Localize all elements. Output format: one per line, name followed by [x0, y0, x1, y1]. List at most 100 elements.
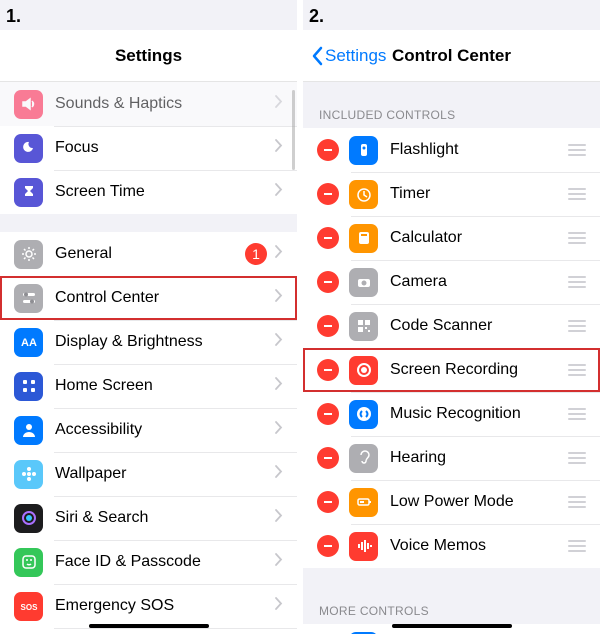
control-row-calculator[interactable]: Calculator [303, 216, 600, 260]
control-row-low-power-mode[interactable]: Low Power Mode [303, 480, 600, 524]
settings-row-exposure-notifications[interactable]: Exposure Notifications [0, 628, 297, 634]
settings-row-accessibility[interactable]: Accessibility [0, 408, 297, 452]
control-row-flashlight[interactable]: Flashlight [303, 128, 600, 172]
settings-row-home-screen[interactable]: Home Screen [0, 364, 297, 408]
drag-handle-icon[interactable] [568, 232, 586, 244]
row-label: Accessibility [55, 421, 275, 439]
chevron-right-icon [275, 139, 283, 157]
record-icon [349, 356, 378, 385]
chevron-right-icon [275, 597, 283, 615]
row-label: Display & Brightness [55, 333, 275, 351]
control-row-code-scanner[interactable]: Code Scanner [303, 304, 600, 348]
remove-button[interactable] [317, 535, 339, 557]
ear-icon [349, 444, 378, 473]
drag-handle-icon[interactable] [568, 144, 586, 156]
row-label: Home Screen [55, 377, 275, 395]
row-label: Emergency SOS [55, 597, 275, 615]
settings-group-2: General 1 Control Center AA Display & Br… [0, 232, 297, 634]
speaker-icon [14, 90, 43, 119]
remove-button[interactable] [317, 271, 339, 293]
settings-row-screen-time[interactable]: Screen Time [0, 170, 297, 214]
remove-button[interactable] [317, 315, 339, 337]
header: Settings Control Center [303, 30, 600, 82]
settings-row-focus[interactable]: Focus [0, 126, 297, 170]
hourglass-icon [14, 178, 43, 207]
row-label: Low Power Mode [390, 493, 568, 511]
chevron-right-icon [275, 245, 283, 263]
grid-icon [14, 372, 43, 401]
control-row-music-recognition[interactable]: Music Recognition [303, 392, 600, 436]
row-label: Wallpaper [55, 465, 275, 483]
moon-icon [14, 134, 43, 163]
chevron-right-icon [275, 377, 283, 395]
row-label: Sounds & Haptics [55, 95, 275, 113]
drag-handle-icon[interactable] [568, 496, 586, 508]
control-center-panel: 2. Settings Control Center INCLUDED CONT… [297, 0, 600, 634]
drag-handle-icon[interactable] [568, 364, 586, 376]
step-label-1: 1. [6, 6, 21, 27]
settings-row-display-brightness[interactable]: AA Display & Brightness [0, 320, 297, 364]
row-label: Focus [55, 139, 275, 157]
settings-row-general[interactable]: General 1 [0, 232, 297, 276]
settings-row-siri-search[interactable]: Siri & Search [0, 496, 297, 540]
svg-text:AA: AA [21, 337, 37, 349]
flower-icon [14, 460, 43, 489]
row-label: Camera [390, 273, 568, 291]
drag-handle-icon[interactable] [568, 188, 586, 200]
row-label: Music Recognition [390, 405, 568, 423]
row-label: Face ID & Passcode [55, 553, 275, 571]
home-indicator[interactable] [392, 624, 512, 628]
section-header-included: INCLUDED CONTROLS [303, 100, 600, 128]
row-label: Calculator [390, 229, 568, 247]
row-label: Hearing [390, 449, 568, 467]
chevron-right-icon [275, 465, 283, 483]
row-label: Flashlight [390, 141, 568, 159]
row-label: Timer [390, 185, 568, 203]
siri-icon [14, 504, 43, 533]
drag-handle-icon[interactable] [568, 320, 586, 332]
remove-button[interactable] [317, 491, 339, 513]
row-label: Code Scanner [390, 317, 568, 335]
remove-button[interactable] [317, 403, 339, 425]
control-row-voice-memos[interactable]: Voice Memos [303, 524, 600, 568]
drag-handle-icon[interactable] [568, 540, 586, 552]
control-row-camera[interactable]: Camera [303, 260, 600, 304]
calculator-icon [349, 224, 378, 253]
svg-text:SOS: SOS [20, 603, 37, 612]
remove-button[interactable] [317, 447, 339, 469]
voice-icon [349, 532, 378, 561]
sos-icon: SOS [14, 592, 43, 621]
page-title: Settings [115, 46, 182, 66]
timer-icon [349, 180, 378, 209]
scrollbar[interactable] [292, 90, 295, 170]
chevron-right-icon [275, 333, 283, 351]
settings-panel: 1. Settings Sounds & Haptics Focus Scree… [0, 0, 297, 634]
remove-button[interactable] [317, 183, 339, 205]
drag-handle-icon[interactable] [568, 408, 586, 420]
drag-handle-icon[interactable] [568, 276, 586, 288]
chevron-right-icon [275, 553, 283, 571]
control-row-hearing[interactable]: Hearing [303, 436, 600, 480]
home-indicator[interactable] [89, 624, 209, 628]
settings-row-face-id-passcode[interactable]: Face ID & Passcode [0, 540, 297, 584]
flashlight-icon [349, 136, 378, 165]
chevron-left-icon [311, 46, 323, 66]
control-row-timer[interactable]: Timer [303, 172, 600, 216]
page-title: Control Center [392, 46, 511, 66]
row-label: Screen Recording [390, 361, 568, 379]
person-icon [14, 416, 43, 445]
back-button[interactable]: Settings [311, 46, 386, 66]
settings-row-emergency-sos[interactable]: SOS Emergency SOS [0, 584, 297, 628]
chevron-right-icon [275, 183, 283, 201]
settings-row-sounds-haptics[interactable]: Sounds & Haptics [0, 82, 297, 126]
drag-handle-icon[interactable] [568, 452, 586, 464]
faceid-icon [14, 548, 43, 577]
remove-button[interactable] [317, 139, 339, 161]
settings-row-control-center[interactable]: Control Center [0, 276, 297, 320]
row-label: Siri & Search [55, 509, 275, 527]
remove-button[interactable] [317, 359, 339, 381]
remove-button[interactable] [317, 227, 339, 249]
control-row-screen-recording[interactable]: Screen Recording [303, 348, 600, 392]
chevron-right-icon [275, 421, 283, 439]
settings-row-wallpaper[interactable]: Wallpaper [0, 452, 297, 496]
